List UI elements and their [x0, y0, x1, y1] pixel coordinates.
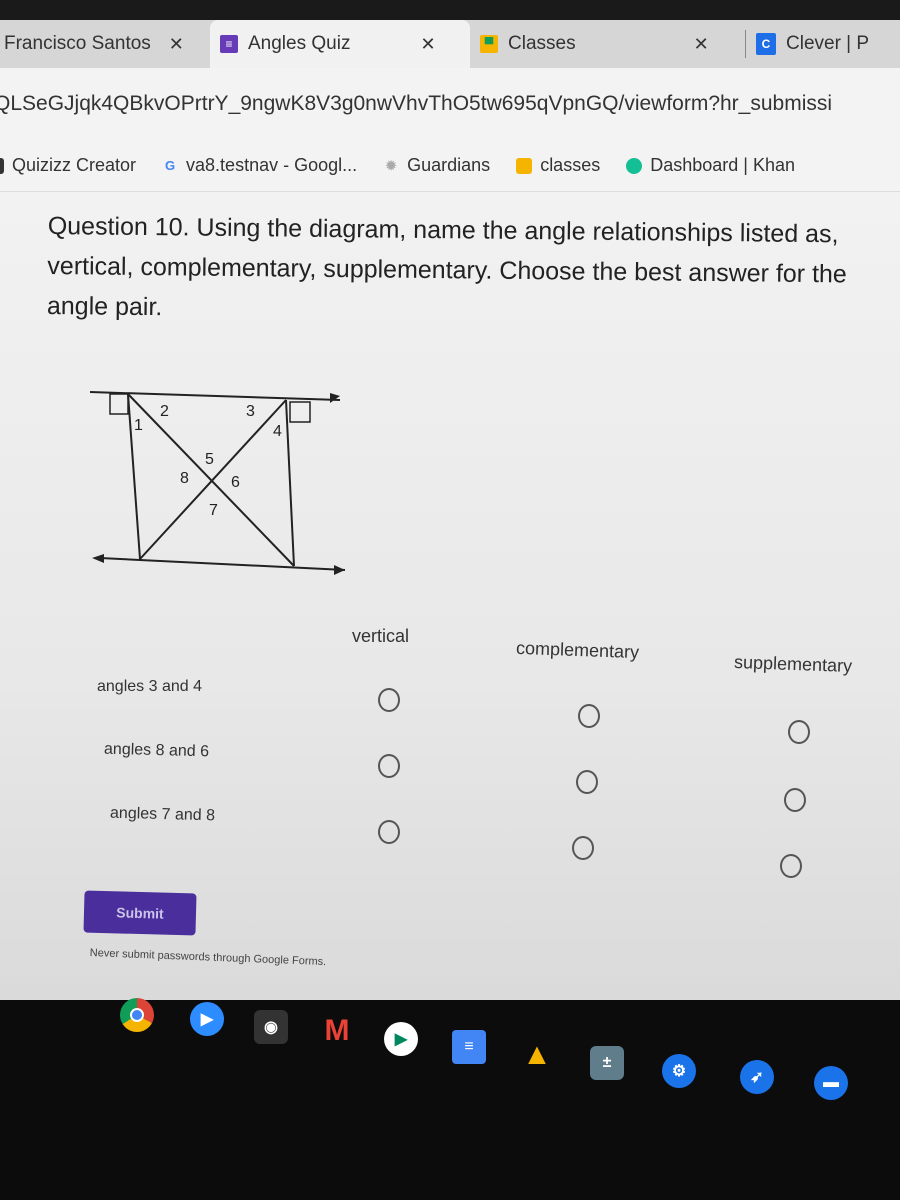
khan-academy-icon: [626, 157, 643, 174]
bookmark-label: classes: [540, 155, 601, 175]
google-classroom-icon: [516, 157, 533, 174]
url-text[interactable]: QLSeGJjqk4QBkvOPrtrY_9ngwK8V3g0nwVhvThO5…: [0, 92, 832, 116]
form-page: Question 10. Using the diagram, name the…: [0, 192, 900, 1000]
angle-label: 4: [273, 423, 282, 440]
submit-button[interactable]: Submit: [83, 890, 197, 936]
arrow-right-icon: [334, 565, 345, 575]
radio-7-8-supplementary[interactable]: [780, 854, 802, 878]
radio-3-4-supplementary[interactable]: [788, 720, 810, 744]
radio-8-6-vertical[interactable]: [378, 754, 400, 778]
calculator-icon[interactable]: ±: [590, 1046, 624, 1080]
google-icon: G: [164, 158, 176, 173]
right-angle-mark: [109, 393, 129, 415]
chrome-icon[interactable]: [120, 998, 154, 1032]
camera-icon[interactable]: ◉: [254, 1010, 288, 1044]
settings-icon[interactable]: ⚙: [662, 1054, 696, 1088]
column-vertical: vertical: [352, 626, 410, 646]
angle-label: 5: [205, 451, 214, 468]
angle-label: 3: [246, 403, 255, 420]
angle-label: 6: [231, 474, 240, 491]
bookmark-label: Guardians: [407, 155, 491, 175]
rocket-icon[interactable]: ➶: [740, 1060, 774, 1094]
tab-profile[interactable]: Francisco Santos ✕: [0, 20, 210, 68]
google-drive-icon[interactable]: ▲: [520, 1038, 554, 1072]
bookmark-label: Quizizz Creator: [12, 155, 137, 175]
question-text: Question 10. Using the diagram, name the…: [46, 211, 847, 322]
right-transversal: [285, 399, 295, 567]
right-angle-mark: [289, 401, 311, 423]
close-tab-icon[interactable]: ✕: [169, 34, 184, 55]
row-label-7-8: angles 7 and 8: [109, 804, 216, 825]
bookmark-label: va8.testnav - Googl...: [186, 155, 358, 175]
google-docs-icon[interactable]: ≡: [452, 1030, 486, 1064]
angle-diagram: 1 2 3 4 5 6 7 8: [90, 391, 346, 575]
clever-icon: C: [756, 33, 776, 55]
tab-classes[interactable]: ▀ Classes ✕: [470, 20, 745, 68]
tab-label: Angles Quiz: [248, 33, 351, 54]
radio-7-8-vertical[interactable]: [378, 820, 400, 844]
arrow-right-icon: [330, 393, 340, 403]
row-label-3-4: angles 3 and 4: [97, 678, 202, 695]
address-bar[interactable]: QLSeGJjqk4QBkvOPrtrY_9ngwK8V3g0nwVhvThO5…: [0, 68, 900, 140]
row-label-8-6: angles 8 and 6: [103, 740, 210, 761]
radio-8-6-supplementary[interactable]: [784, 788, 806, 812]
radio-3-4-vertical[interactable]: [378, 688, 400, 712]
angle-label: 8: [180, 470, 189, 487]
bookmark-label: Dashboard | Khan: [650, 155, 795, 175]
chromeos-shelf: ▶ ◉ M ▶ ≡ ▲ ± ⚙ ➶ ▬: [0, 998, 900, 1200]
tab-bar: Francisco Santos ✕ ≡ Angles Quiz ✕ ▀ Cla…: [0, 20, 900, 68]
tab-label: Clever | P: [786, 33, 870, 54]
tab-label: Classes: [508, 33, 576, 54]
column-complementary: complementary: [515, 637, 640, 663]
arrow-left-icon: [92, 554, 104, 563]
angle-label: 2: [160, 403, 169, 420]
bookmarks-bar: Quizizz Creator G va8.testnav - Googl...…: [0, 140, 900, 192]
play-store-icon[interactable]: ▶: [384, 1022, 418, 1056]
bottom-parallel-line: [99, 557, 346, 571]
password-disclaimer: Never submit passwords through Google Fo…: [89, 947, 327, 969]
zoom-icon[interactable]: ▶: [190, 1002, 224, 1036]
bookmark-classes[interactable]: classes: [516, 155, 600, 176]
google-forms-icon: ≡: [220, 35, 238, 53]
screen-bezel: [0, 0, 900, 20]
column-supplementary: supplementary: [733, 651, 853, 677]
files-icon[interactable]: ▬: [814, 1066, 848, 1100]
radio-3-4-complementary[interactable]: [578, 704, 600, 728]
bookmark-quizizz[interactable]: Quizizz Creator: [0, 155, 136, 176]
bookmark-guardians[interactable]: ✹ Guardians: [383, 155, 491, 176]
close-tab-icon[interactable]: ✕: [694, 34, 709, 55]
gmail-icon[interactable]: M: [320, 1014, 354, 1048]
quizizz-icon: [0, 157, 4, 174]
radio-8-6-complementary[interactable]: [576, 770, 598, 794]
tab-angles-quiz[interactable]: ≡ Angles Quiz ✕: [210, 20, 470, 68]
tab-label: Francisco Santos: [4, 33, 151, 54]
close-tab-icon[interactable]: ✕: [420, 34, 435, 55]
google-classroom-icon: ▀: [480, 35, 498, 53]
gear-icon: ✹: [385, 157, 397, 173]
tab-clever[interactable]: C Clever | P: [746, 20, 879, 68]
bookmark-khan[interactable]: Dashboard | Khan: [626, 155, 795, 176]
bookmark-testnav[interactable]: G va8.testnav - Googl...: [162, 155, 357, 176]
angle-label: 1: [134, 417, 143, 434]
angle-label: 7: [209, 502, 218, 519]
radio-7-8-complementary[interactable]: [572, 836, 594, 860]
